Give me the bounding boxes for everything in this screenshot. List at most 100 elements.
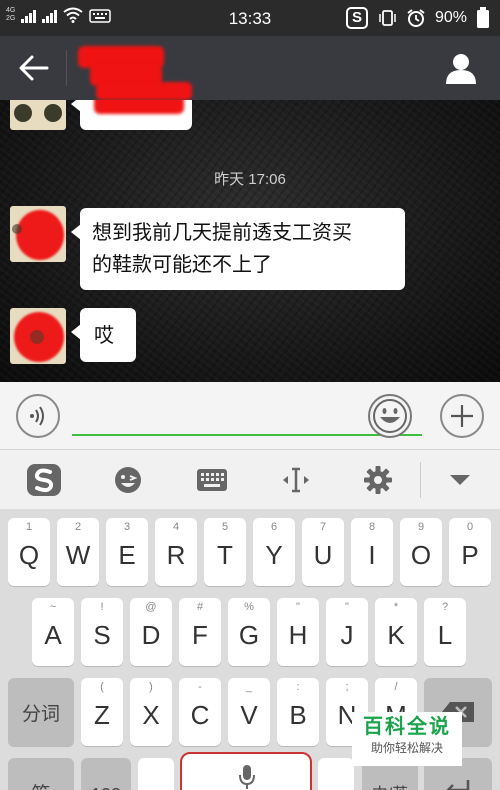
space-voice-key[interactable] xyxy=(180,752,312,790)
key-c[interactable]: -C xyxy=(179,678,221,746)
key-u[interactable]: 7U xyxy=(302,518,344,586)
key-z[interactable]: (Z xyxy=(81,678,123,746)
settings-button[interactable] xyxy=(358,460,398,500)
watermark-title: 百科全说 xyxy=(363,714,451,738)
emoji-panel-button[interactable] xyxy=(108,460,148,500)
key-hint: / xyxy=(394,681,398,693)
sogou-logo-button[interactable] xyxy=(24,460,64,500)
key-hint: 8 xyxy=(368,521,376,533)
key-j[interactable]: " J xyxy=(326,598,368,666)
key-label: P xyxy=(461,540,479,570)
message-bubble[interactable]: 哎 xyxy=(71,308,136,362)
message-text-line: 想到我前几天提前透支工资买 xyxy=(92,220,352,244)
key-hint: _ xyxy=(245,681,253,693)
key-t[interactable]: 5T xyxy=(204,518,246,586)
key-label: 分词 xyxy=(21,704,60,725)
key-hint: ? xyxy=(441,601,449,613)
key-b[interactable]: :B xyxy=(277,678,319,746)
key-a[interactable]: ~ A xyxy=(32,598,74,666)
emoji-face-icon xyxy=(115,467,141,493)
key-r[interactable]: 4R xyxy=(155,518,197,586)
key-l[interactable]: ? L xyxy=(424,598,466,666)
back-arrow-icon[interactable] xyxy=(18,54,50,82)
key-label: U xyxy=(313,540,333,570)
key-hint: # xyxy=(196,601,204,613)
key-label: Q xyxy=(18,540,40,570)
key-label: I xyxy=(368,540,376,570)
key-label: W xyxy=(65,540,91,570)
key-f[interactable]: # F xyxy=(179,598,221,666)
key-label: C xyxy=(190,700,210,730)
keyboard-switch-button[interactable] xyxy=(192,460,232,500)
key-hint: 6 xyxy=(270,521,278,533)
key-q[interactable]: 1Q xyxy=(8,518,50,586)
key-h[interactable]: " H xyxy=(277,598,319,666)
key-hint: " xyxy=(345,601,349,613)
message-bubble[interactable]: 想到我前几天提前透支工资买 的鞋款可能还不上了 xyxy=(71,208,405,290)
voice-input-button[interactable] xyxy=(16,394,60,438)
key-p[interactable]: 0P xyxy=(449,518,491,586)
enter-icon xyxy=(446,780,470,790)
cursor-move-button[interactable] xyxy=(276,460,316,500)
message-text: 哎 xyxy=(94,323,114,347)
vibrate-icon xyxy=(379,10,396,26)
key-hint: ! xyxy=(100,601,104,613)
voice-wave-icon xyxy=(30,406,44,426)
key-label: J xyxy=(340,620,354,650)
key-hint: : xyxy=(296,681,300,693)
key-label: L xyxy=(437,620,453,650)
plus-icon xyxy=(451,405,473,427)
collapse-keyboard-button[interactable] xyxy=(440,460,480,500)
key-hint: ; xyxy=(345,681,349,693)
key-hint: 4 xyxy=(172,521,180,533)
previous-message-bubble[interactable] xyxy=(71,100,192,130)
message-input-field[interactable] xyxy=(72,434,422,436)
contact-profile-icon[interactable] xyxy=(444,52,478,84)
key-hint: 5 xyxy=(221,521,229,533)
key-e[interactable]: 3E xyxy=(106,518,148,586)
key-y[interactable]: 6Y xyxy=(253,518,295,586)
key-label: 中/英 xyxy=(362,780,418,790)
message-text-line: 的鞋款可能还不上了 xyxy=(92,252,272,276)
key-o[interactable]: 9O xyxy=(400,518,442,586)
number-key[interactable]: 123 xyxy=(81,758,131,790)
key-v[interactable]: _ V xyxy=(228,678,270,746)
key-hint: 7 xyxy=(319,521,327,533)
key-label: B xyxy=(289,700,307,730)
microphone-icon xyxy=(239,765,255,789)
contact-avatar[interactable] xyxy=(10,206,66,262)
key-hint: 1 xyxy=(25,521,33,533)
key-d[interactable]: @ D xyxy=(130,598,172,666)
keyboard-toolbar xyxy=(0,450,500,510)
key-hint: ) xyxy=(149,681,153,693)
header-divider xyxy=(66,50,67,86)
key-hint: 9 xyxy=(417,521,425,533)
key-hint: @ xyxy=(145,601,157,613)
key-label: G xyxy=(238,620,260,650)
key-x[interactable]: ) X xyxy=(130,678,172,746)
key-hint: " xyxy=(296,601,300,613)
key-label: ， xyxy=(138,780,174,790)
period-key[interactable] xyxy=(318,758,354,790)
key-label: E xyxy=(118,540,136,570)
cursor-move-icon xyxy=(283,467,309,493)
key-g[interactable]: % G xyxy=(228,598,270,666)
add-more-button[interactable] xyxy=(440,394,484,438)
key-hint: 3 xyxy=(123,521,131,533)
key-k[interactable]: * K xyxy=(375,598,417,666)
emoji-button[interactable] xyxy=(368,394,412,438)
word-segment-key[interactable]: 分词 xyxy=(8,678,74,746)
symbol-key[interactable]: 符 xyxy=(8,758,74,790)
battery-icon xyxy=(477,7,489,28)
key-i[interactable]: 8I xyxy=(351,518,393,586)
key-label: O xyxy=(410,540,432,570)
chat-history[interactable]: 昨天 17:06 想到我前几天提前透支工资买 的鞋款可能还不上了 哎 xyxy=(0,100,500,382)
contact-avatar[interactable] xyxy=(10,308,66,364)
sogou-logo-icon xyxy=(27,464,61,496)
key-s[interactable]: ! S xyxy=(81,598,123,666)
toolbar-divider xyxy=(420,462,421,498)
key-w[interactable]: 2W xyxy=(57,518,99,586)
key-label: V xyxy=(240,700,258,730)
comma-key[interactable]: ， xyxy=(138,758,174,790)
contact-avatar[interactable] xyxy=(10,100,66,130)
